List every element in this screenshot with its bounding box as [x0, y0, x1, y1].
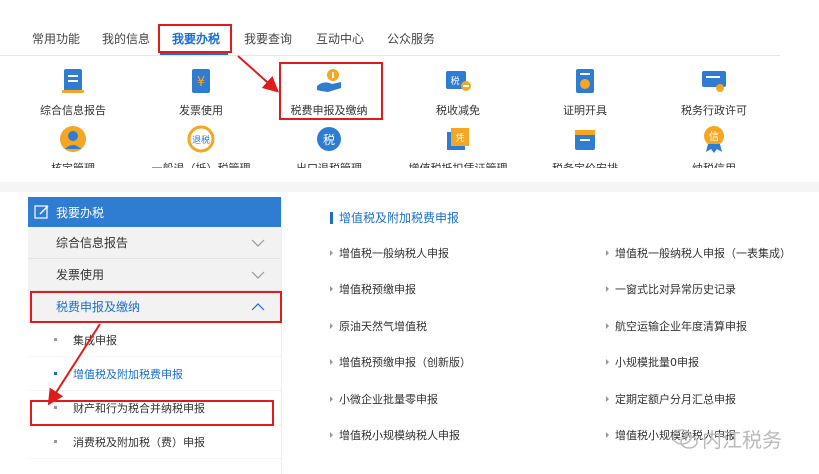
watermark: 内江税务 — [672, 424, 782, 453]
wechat-icon — [672, 428, 698, 449]
watermark-text: 内江税务 — [702, 428, 782, 452]
arrow-group-to-subitem — [47, 323, 101, 406]
arrow-tab-to-shortcut — [237, 55, 279, 93]
annotation-arrows — [47, 55, 279, 406]
